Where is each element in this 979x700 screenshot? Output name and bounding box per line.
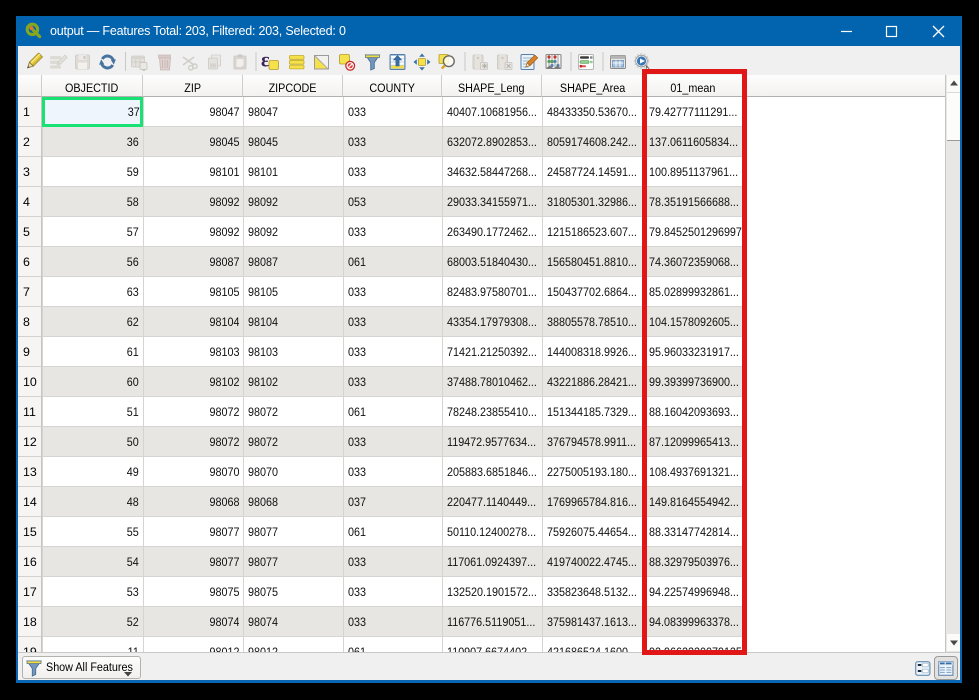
svg-text:✱: ✱: [482, 63, 488, 71]
